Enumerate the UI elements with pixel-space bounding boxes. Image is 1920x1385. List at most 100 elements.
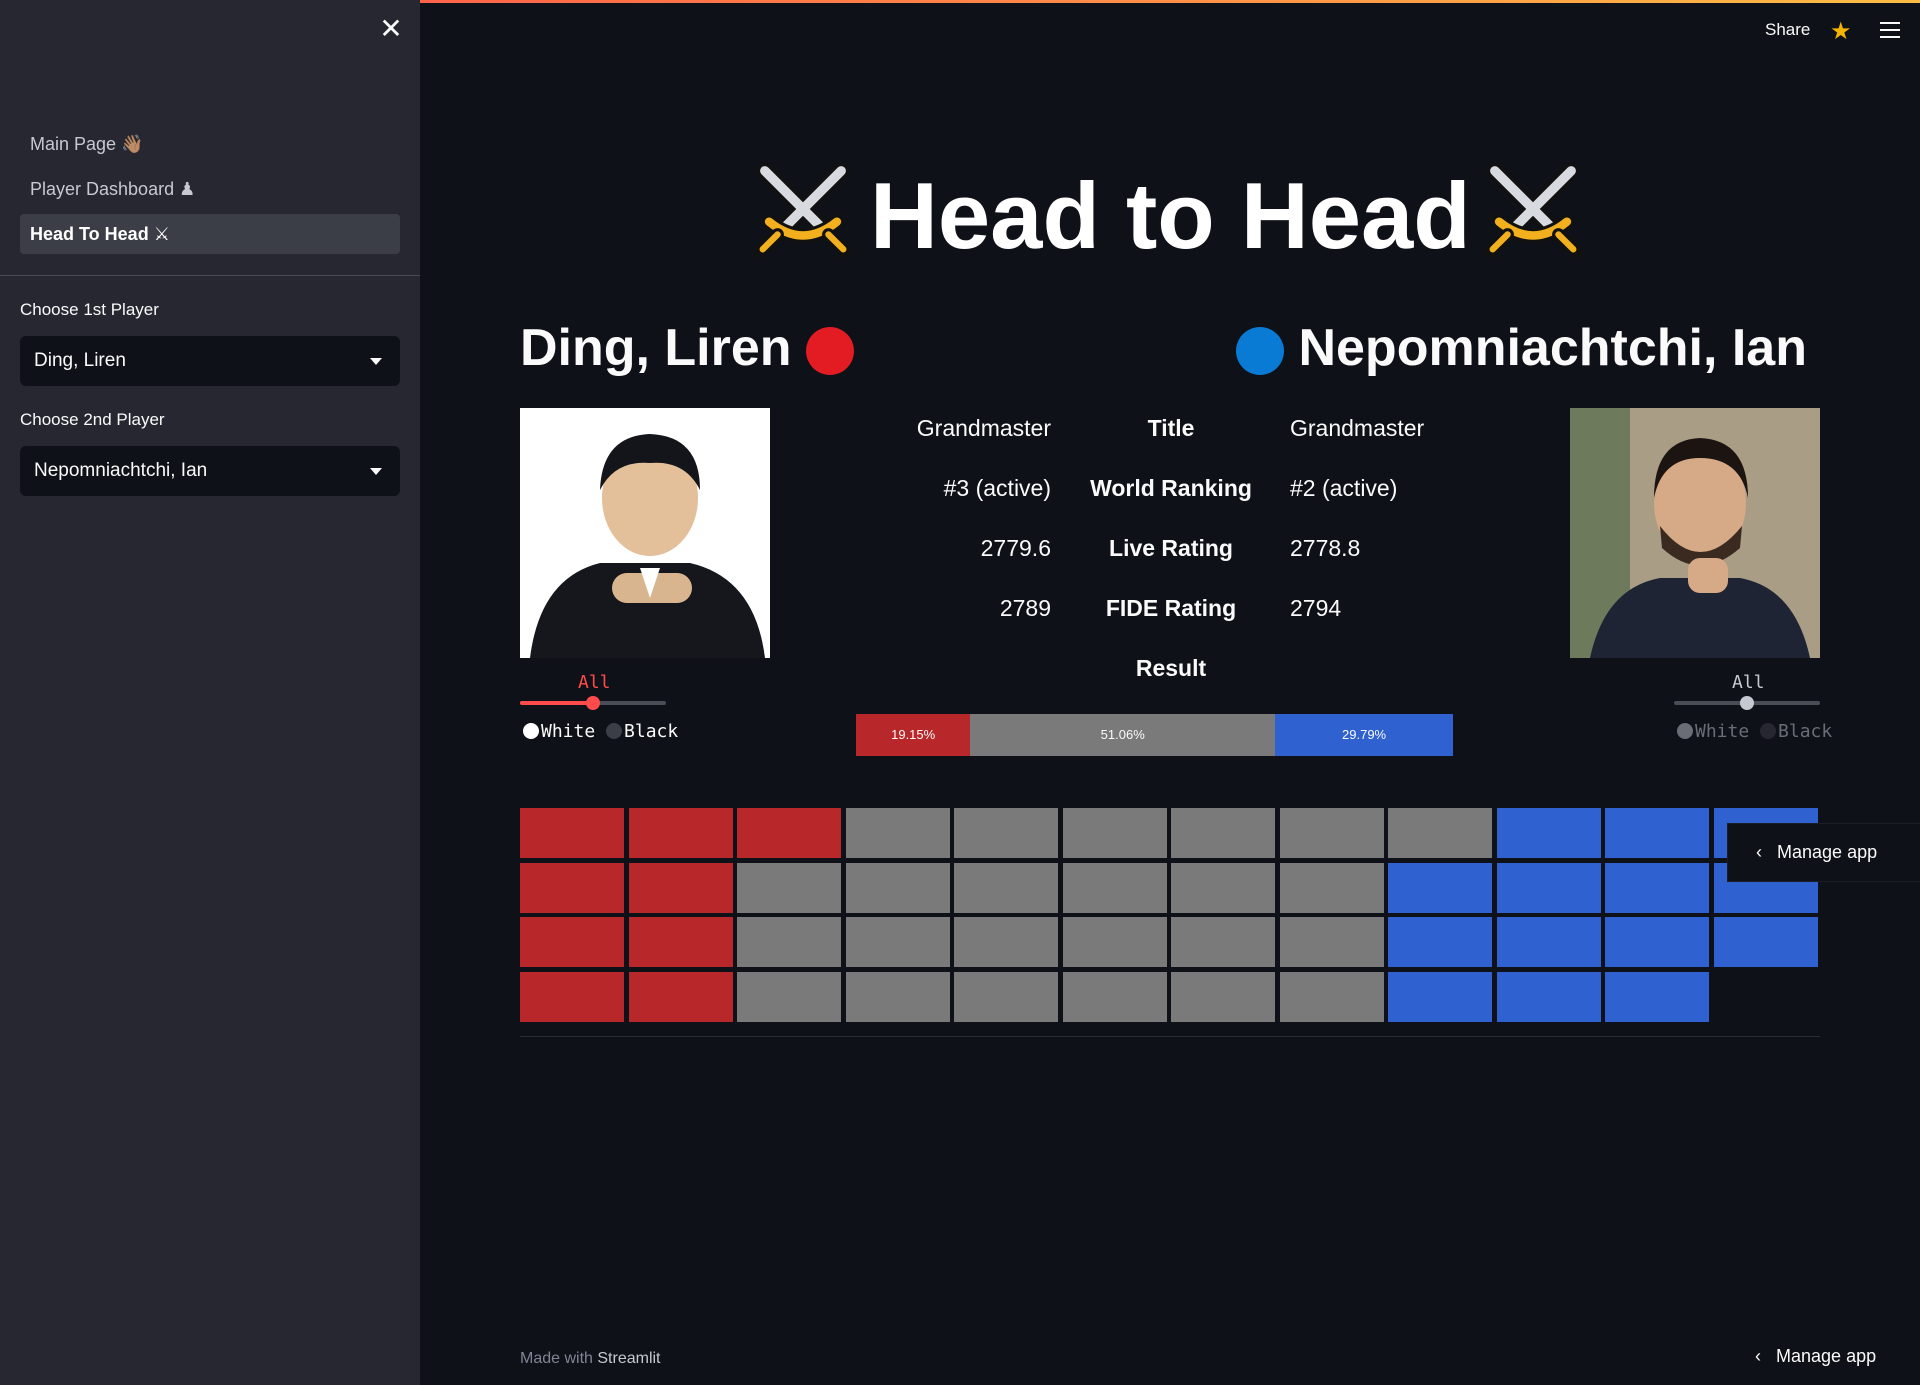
waffle-cell	[1388, 808, 1492, 858]
waffle-cell	[520, 808, 624, 858]
chevron-down-icon	[370, 468, 382, 475]
sidebar-item-main-page[interactable]: Main Page 👋🏽	[20, 124, 400, 164]
sidebar-nav: Main Page 👋🏽 Player Dashboard ♟ Head To …	[20, 124, 400, 259]
result-bar: 19.15% 51.06% 29.79%	[856, 714, 1453, 756]
player2-title: Grandmaster	[1290, 415, 1425, 441]
radio-black[interactable]	[1760, 723, 1777, 739]
nav-label: Main Page	[30, 134, 117, 154]
waffle-cell	[1062, 862, 1167, 913]
waffle-cell	[845, 862, 950, 913]
waffle-cell	[954, 808, 1058, 858]
radio-white[interactable]	[523, 723, 539, 739]
waffle-cell	[954, 917, 1058, 967]
title-text: Head to Head	[870, 163, 1471, 268]
radio-label-white: White	[541, 721, 596, 742]
player1-name: Ding, Liren	[520, 318, 855, 378]
player2-slider-label: All	[1732, 672, 1765, 693]
radio-label-black: Black	[1778, 721, 1833, 742]
chevron-down-icon	[370, 358, 382, 365]
stat-label-result: Result	[1135, 655, 1207, 681]
waffle-cell	[1605, 862, 1709, 913]
waffle-cell	[628, 862, 733, 913]
manage-app-label: Manage app	[1777, 842, 1878, 862]
player2-slider-thumb[interactable]	[1740, 696, 1754, 710]
manage-app-button-footer[interactable]: ‹ Manage app	[1755, 1346, 1877, 1367]
player2-color-radio: White Black	[1677, 721, 1832, 742]
footer: Made with Streamlit	[520, 1350, 661, 1368]
waffle-cell	[954, 971, 1058, 1022]
waffle-cell	[1496, 917, 1601, 967]
player1-color-radio: White Black	[523, 721, 678, 742]
close-sidebar-icon[interactable]: ✕	[378, 15, 404, 43]
waffle-cell	[1388, 862, 1492, 913]
stat-label-ranking: World Ranking	[1090, 475, 1252, 501]
manage-app-button[interactable]: ‹ Manage app	[1727, 823, 1920, 882]
red-circle-icon	[806, 327, 855, 376]
player2-name: Nepomniachtchi, Ian	[1236, 318, 1807, 378]
waffle-cell	[1062, 971, 1167, 1022]
player1-select-value: Ding, Liren	[34, 350, 126, 371]
waffle-cell	[1279, 971, 1384, 1022]
page-title: Head to Head	[740, 150, 1590, 270]
crossed-swords-icon	[754, 162, 852, 258]
waffle-cell	[1605, 917, 1709, 967]
sidebar-item-head-to-head[interactable]: Head To Head ⚔	[20, 214, 400, 254]
sidebar-item-player-dashboard[interactable]: Player Dashboard ♟	[20, 169, 400, 209]
waffle-cell	[1279, 808, 1384, 858]
player2-name-text: Nepomniachtchi, Ian	[1298, 319, 1807, 377]
waving-hand-icon: 👋🏽	[121, 134, 144, 154]
result-segment: 29.79%	[1275, 714, 1453, 756]
player2-live-rating: 2778.8	[1290, 535, 1361, 561]
waffle-cell	[1496, 971, 1601, 1022]
waffle-cell	[1605, 808, 1709, 858]
stat-label-fide: FIDE Rating	[1105, 595, 1237, 621]
waffle-cell	[520, 971, 624, 1022]
player2-select[interactable]: Nepomniachtchi, Ian	[20, 446, 400, 496]
results-waffle-chart	[520, 808, 1822, 1028]
player1-ranking: #3 (active)	[943, 475, 1051, 501]
player1-select-label: Choose 1st Player	[20, 300, 159, 319]
waffle-cell	[520, 862, 624, 913]
stat-label-title: Title	[1147, 415, 1195, 441]
radio-black[interactable]	[606, 723, 623, 739]
player1-slider-thumb[interactable]	[586, 696, 600, 710]
waffle-cell	[1279, 917, 1384, 967]
radio-white[interactable]	[1677, 723, 1693, 739]
waffle-cell	[1388, 917, 1492, 967]
footer-text: Made with	[520, 1350, 593, 1367]
sidebar: ✕ Main Page 👋🏽 Player Dashboard ♟ Head T…	[0, 0, 420, 1385]
waffle-cell	[1388, 971, 1492, 1022]
player2-fide-rating: 2794	[1290, 595, 1342, 621]
chevron-left-icon: ‹	[1756, 842, 1762, 862]
crossed-swords-icon	[1484, 162, 1582, 258]
waffle-cell	[1062, 808, 1167, 858]
player1-title: Grandmaster	[916, 415, 1051, 441]
share-button[interactable]: Share	[1765, 20, 1810, 40]
player2-select-value: Nepomniachtchi, Ian	[34, 460, 208, 481]
player2-ranking: #2 (active)	[1290, 475, 1398, 501]
waffle-cell	[1496, 862, 1601, 913]
player1-fide-rating: 2789	[999, 595, 1051, 621]
player1-select[interactable]: Ding, Liren	[20, 336, 400, 386]
nav-label: Head To Head	[30, 224, 149, 244]
waffle-cell	[628, 971, 733, 1022]
player1-photo	[520, 408, 770, 658]
result-segment: 19.15%	[856, 714, 971, 756]
player2-photo	[1570, 408, 1820, 658]
sidebar-divider	[0, 275, 420, 276]
waffle-cell	[845, 808, 950, 858]
waffle-cell	[954, 862, 1058, 913]
waffle-cell	[1171, 808, 1275, 858]
star-icon[interactable]: ★	[1830, 17, 1852, 46]
hamburger-menu-icon[interactable]	[1880, 22, 1900, 38]
waffle-cell	[1171, 862, 1275, 913]
waffle-cell	[1279, 862, 1384, 913]
manage-app-label: Manage app	[1776, 1346, 1877, 1366]
waffle-cell	[737, 808, 841, 858]
waffle-cell	[1062, 917, 1167, 967]
footer-brand-link[interactable]: Streamlit	[597, 1350, 660, 1367]
nav-label: Player Dashboard	[30, 179, 175, 199]
player1-name-text: Ding, Liren	[520, 319, 792, 377]
waffle-cell	[628, 808, 733, 858]
result-segment: 51.06%	[970, 714, 1276, 756]
